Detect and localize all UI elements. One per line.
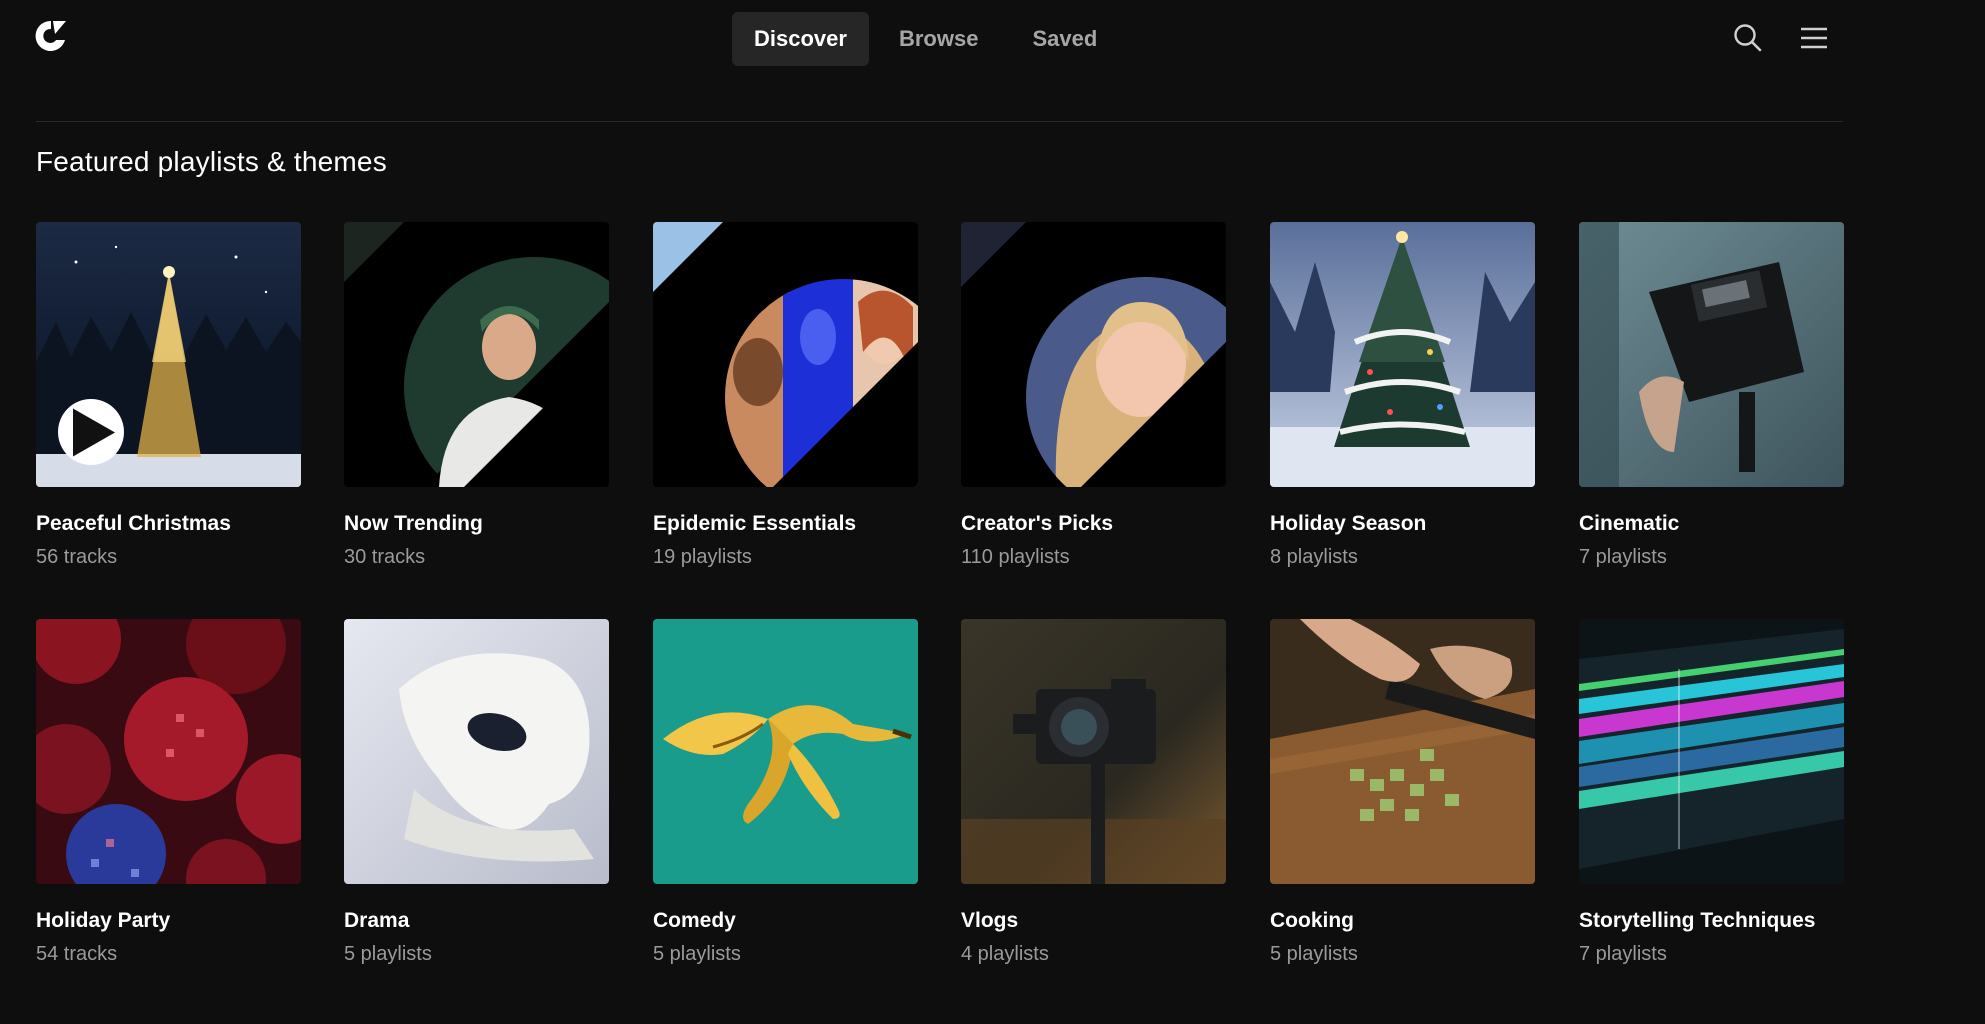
card-thumbnail[interactable]: [961, 222, 1226, 487]
chopping-herbs-image: [1270, 619, 1535, 884]
play-icon: [73, 408, 115, 456]
card-thumbnail[interactable]: [653, 222, 918, 487]
white-mask-image: [344, 619, 609, 884]
card-storytelling-techniques[interactable]: Storytelling Techniques 7 playlists: [1579, 619, 1844, 965]
tab-saved[interactable]: Saved: [1010, 12, 1119, 66]
card-subtitle: 4 playlists: [961, 943, 1049, 965]
card-title: Vlogs: [961, 909, 1019, 932]
card-subtitle: 19 playlists: [653, 546, 752, 568]
snowy-christmas-tree-image: [1270, 222, 1535, 487]
card-vlogs[interactable]: Vlogs 4 playlists: [961, 619, 1226, 965]
tab-browse[interactable]: Browse: [877, 12, 1002, 66]
card-thumbnail[interactable]: [344, 222, 609, 487]
card-title: Cooking: [1270, 909, 1354, 932]
card-thumbnail[interactable]: [36, 619, 301, 884]
card-creators-picks[interactable]: Creator's Picks 110 playlists: [961, 222, 1226, 568]
card-comedy[interactable]: Comedy 5 playlists: [653, 619, 918, 965]
card-drama[interactable]: Drama 5 playlists: [344, 619, 609, 965]
card-title: Creator's Picks: [961, 512, 1114, 535]
card-subtitle: 110 playlists: [961, 546, 1070, 568]
card-subtitle: 54 tracks: [36, 943, 118, 965]
editing-timeline-image: [1579, 619, 1844, 884]
card-epidemic-essentials[interactable]: Epidemic Essentials 19 playlists: [653, 222, 918, 568]
video-camera-image: [1579, 222, 1844, 487]
play-button[interactable]: [58, 399, 124, 465]
brand-logo-icon[interactable]: [34, 18, 68, 54]
main-nav: Discover Browse Saved: [732, 12, 1119, 66]
card-cinematic[interactable]: Cinematic 7 playlists: [1579, 222, 1844, 568]
card-peaceful-christmas[interactable]: Peaceful Christmas 56 tracks: [36, 222, 301, 568]
card-title: Now Trending: [344, 512, 483, 535]
card-title: Drama: [344, 909, 410, 932]
card-subtitle: 56 tracks: [36, 546, 118, 568]
woman-portrait-circle-image: [961, 222, 1226, 487]
card-subtitle: 7 playlists: [1579, 943, 1667, 965]
card-now-trending[interactable]: Now Trending 30 tracks: [344, 222, 609, 568]
card-cooking[interactable]: Cooking 5 playlists: [1270, 619, 1535, 965]
search-icon[interactable]: [1732, 22, 1764, 54]
card-thumbnail[interactable]: [344, 619, 609, 884]
card-subtitle: 7 playlists: [1579, 546, 1667, 568]
card-title: Cinematic: [1579, 512, 1680, 535]
app-root: Discover Browse Saved Featured playlists…: [0, 0, 1985, 1024]
card-thumbnail[interactable]: [1579, 619, 1844, 884]
card-title: Comedy: [653, 909, 736, 932]
card-title: Storytelling Techniques: [1579, 909, 1816, 932]
card-subtitle: 5 playlists: [653, 943, 741, 965]
banana-peel-image: [653, 619, 918, 884]
disco-balls-image: [36, 619, 301, 884]
card-thumbnail[interactable]: [1579, 222, 1844, 487]
card-title: Epidemic Essentials: [653, 512, 857, 535]
man-portrait-circle-image: [344, 222, 609, 487]
card-title: Peaceful Christmas: [36, 512, 231, 535]
card-holiday-party[interactable]: Holiday Party 54 tracks: [36, 619, 301, 965]
header-divider: [36, 121, 1843, 122]
camera-gimbal-image: [961, 619, 1226, 884]
card-subtitle: 5 playlists: [344, 943, 432, 965]
card-thumbnail[interactable]: [1270, 619, 1535, 884]
section-title: Featured playlists & themes: [36, 146, 387, 177]
card-holiday-season[interactable]: Holiday Season 8 playlists: [1270, 222, 1535, 568]
three-faces-circle-image: [653, 222, 918, 487]
card-title: Holiday Season: [1270, 512, 1427, 535]
hamburger-menu-icon[interactable]: [1798, 22, 1830, 54]
card-thumbnail[interactable]: [36, 222, 301, 487]
card-thumbnail[interactable]: [653, 619, 918, 884]
card-title: Holiday Party: [36, 909, 171, 932]
top-header: Discover Browse Saved: [0, 0, 1985, 78]
card-subtitle: 5 playlists: [1270, 943, 1358, 965]
card-subtitle: 30 tracks: [344, 546, 426, 568]
tab-discover[interactable]: Discover: [732, 12, 869, 66]
card-thumbnail[interactable]: [1270, 222, 1535, 487]
card-subtitle: 8 playlists: [1270, 546, 1358, 568]
card-thumbnail[interactable]: [961, 619, 1226, 884]
